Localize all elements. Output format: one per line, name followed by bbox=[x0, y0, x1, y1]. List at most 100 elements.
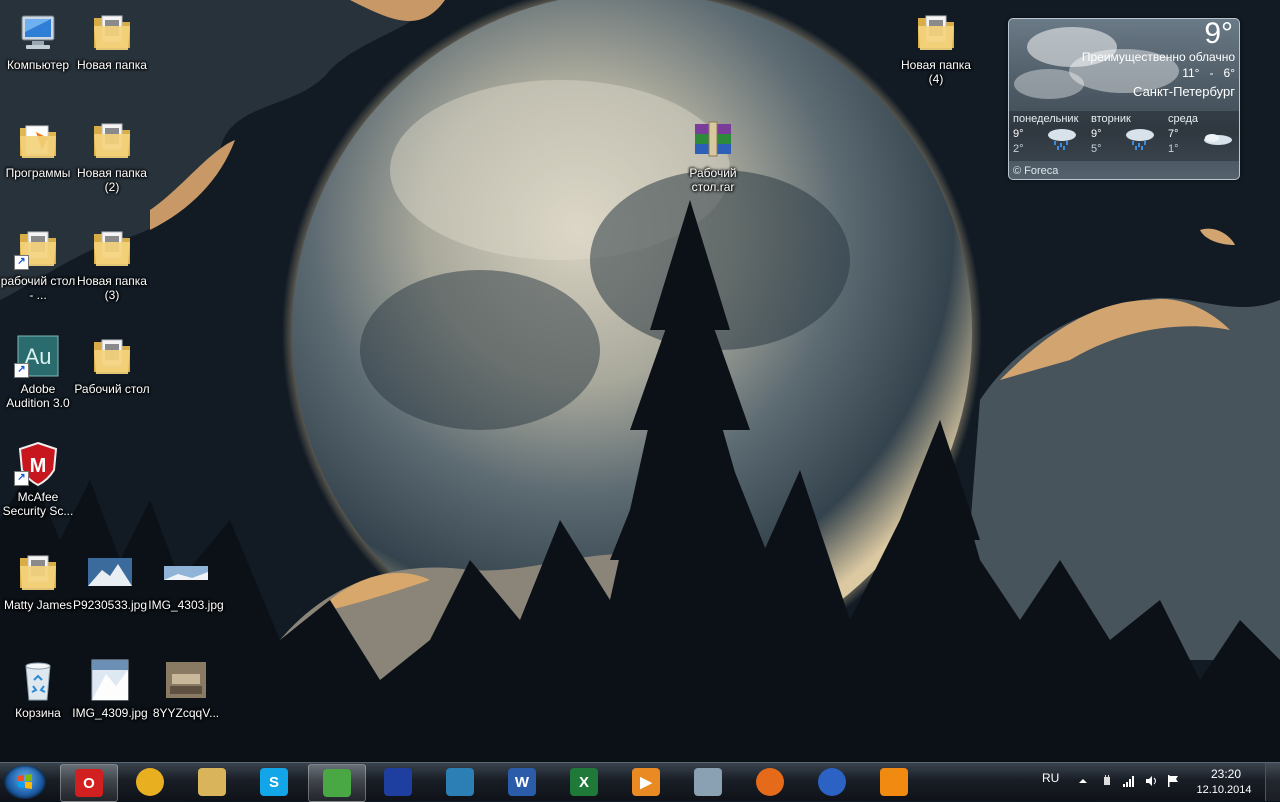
desktop-icon-image bbox=[912, 8, 960, 56]
word-icon: W bbox=[508, 768, 536, 796]
taskbar-button-utorrent[interactable] bbox=[308, 764, 366, 802]
svg-text:M: M bbox=[30, 455, 47, 477]
desktop-icon-image bbox=[86, 656, 134, 704]
desktop-icon-label: Новая папка (2) bbox=[77, 166, 147, 194]
desktop-icon-img4309[interactable]: IMG_4309.jpg bbox=[72, 656, 148, 720]
clock-date[interactable]: 12.10.2014 bbox=[1192, 784, 1256, 796]
desktop-icon-folder-new-2[interactable]: Новая папка (2) bbox=[74, 116, 150, 194]
desktop-icon-image bbox=[162, 656, 210, 704]
desktop-icon-image bbox=[689, 116, 737, 164]
rain-cloud-icon bbox=[1048, 129, 1076, 150]
taskbar-button-media[interactable]: ▶ bbox=[618, 764, 674, 800]
chrome-icon bbox=[136, 768, 164, 796]
desktop-icon-label: Matty James bbox=[3, 598, 72, 612]
shortcut-arrow-icon: ↗ bbox=[14, 255, 29, 270]
forecast-high: 9° bbox=[1013, 128, 1024, 140]
folder-icon bbox=[94, 123, 130, 158]
taskbar-button-excel[interactable]: X bbox=[556, 764, 612, 800]
taskbar-button-earth[interactable] bbox=[804, 764, 860, 800]
start-button[interactable] bbox=[4, 765, 46, 799]
desktop-icon-label: рабочий стол - ... bbox=[0, 274, 76, 302]
forecast-day-name: понедельник bbox=[1013, 113, 1079, 125]
taskbar-button-skype[interactable]: S bbox=[246, 764, 302, 800]
desktop-icon-mcafee[interactable]: M ↗ McAfee Security Sc... bbox=[0, 440, 76, 518]
windows-logo-icon bbox=[18, 774, 32, 789]
desktop-icon-label: Программы bbox=[5, 166, 71, 180]
desktop-icon-image bbox=[86, 548, 134, 596]
desktop-icon-rar[interactable]: Рабочий стол.rar bbox=[675, 116, 751, 194]
volume-icon[interactable] bbox=[1144, 774, 1158, 788]
weather-city[interactable]: Санкт-Петербург bbox=[1133, 84, 1235, 99]
forecast-low: 5° bbox=[1091, 143, 1102, 155]
desktop-icon-image: Au ↗ bbox=[14, 332, 62, 380]
image-thumbnail-icon bbox=[164, 566, 208, 580]
desktop-icon-label: Рабочий стол bbox=[74, 382, 150, 396]
taskbar-button-calculator[interactable] bbox=[680, 764, 736, 800]
desktop-icon-image bbox=[88, 224, 136, 272]
skype-icon: S bbox=[260, 768, 288, 796]
forecast-day: среда 7° 1° bbox=[1164, 111, 1239, 161]
power-plug-icon[interactable] bbox=[1100, 774, 1114, 788]
taskbar-button-opera[interactable]: O bbox=[60, 764, 118, 802]
desktop-icon-programs[interactable]: Программы bbox=[0, 116, 76, 180]
taskbar-button-avast[interactable] bbox=[866, 764, 922, 800]
media-icon: ▶ bbox=[632, 768, 660, 796]
image-thumbnail-icon bbox=[91, 659, 129, 701]
taskbar-button-firefox[interactable] bbox=[742, 764, 798, 800]
taskbar-button-chrome[interactable] bbox=[122, 764, 178, 800]
avast-icon bbox=[880, 768, 908, 796]
desktop-icon-desktop-folder[interactable]: Рабочий стол bbox=[74, 332, 150, 396]
desktop-icon-8yyz[interactable]: 8YYZcqqV... bbox=[148, 656, 224, 720]
shortcut-arrow-icon: ↗ bbox=[14, 471, 29, 486]
utorrent-icon bbox=[323, 769, 351, 797]
desktop-icon-label: IMG_4303.jpg bbox=[148, 598, 224, 612]
rain-cloud-icon bbox=[1126, 129, 1154, 150]
language-indicator[interactable]: RU bbox=[1042, 771, 1059, 785]
taskbar-button-explorer[interactable] bbox=[184, 764, 240, 800]
desktop-icon-label: Новая папка (4) bbox=[901, 58, 971, 86]
clock-time[interactable]: 23:20 bbox=[1196, 767, 1256, 781]
forecast-day-name: вторник bbox=[1091, 113, 1131, 125]
desktop-icon-label: Новая папка (3) bbox=[77, 274, 147, 302]
desktop-icon-img4303[interactable]: IMG_4303.jpg bbox=[148, 548, 224, 612]
desktop-icon-image bbox=[88, 8, 136, 56]
weather-condition: Преимущественно облачно bbox=[1081, 50, 1235, 64]
forecast-low: 2° bbox=[1013, 143, 1024, 155]
firefox-icon bbox=[756, 768, 784, 796]
desktop-icon-image bbox=[14, 548, 62, 596]
save-icon bbox=[384, 768, 412, 796]
shortcut-arrow-icon: ↗ bbox=[14, 363, 29, 378]
show-desktop-button[interactable] bbox=[1265, 763, 1280, 801]
desktop-icon-matty[interactable]: Matty James bbox=[0, 548, 76, 612]
forecast-day: вторник 9° 5° bbox=[1087, 111, 1163, 161]
desktop-icon-recycle[interactable]: Корзина bbox=[0, 656, 76, 720]
desktop-icon-folder-new[interactable]: Новая папка bbox=[74, 8, 150, 72]
taskbar-button-word[interactable]: W bbox=[494, 764, 550, 800]
desktop-icon-image: ↗ bbox=[14, 224, 62, 272]
temperature-range: 11° - 6° bbox=[1182, 66, 1235, 80]
desktop-icon-label: Компьютер bbox=[6, 58, 70, 72]
computer-icon bbox=[21, 15, 55, 49]
taskbar-button-quill[interactable] bbox=[432, 764, 488, 800]
desktop-icon-audition[interactable]: Au ↗ Adobe Audition 3.0 bbox=[0, 332, 76, 410]
desktop-icon-folder-new-3[interactable]: Новая папка (3) bbox=[74, 224, 150, 302]
show-hidden-icons-icon[interactable] bbox=[1076, 774, 1090, 788]
desktop-icon-p9230533[interactable]: P9230533.jpg bbox=[72, 548, 148, 612]
desktop-icon-image bbox=[14, 656, 62, 704]
desktop-icon-folder-new-4[interactable]: Новая папка (4) bbox=[898, 8, 974, 86]
taskbar-button-save[interactable] bbox=[370, 764, 426, 800]
desktop-icon-computer[interactable]: Компьютер bbox=[0, 8, 76, 72]
explorer-icon bbox=[198, 768, 226, 796]
desktop-icon-desktop-shortcut[interactable]: ↗ рабочий стол - ... bbox=[0, 224, 76, 302]
network-signal-icon[interactable] bbox=[1122, 774, 1136, 788]
desktop-icon-image bbox=[88, 116, 136, 164]
weather-gadget[interactable]: 9° Преимущественно облачно 11° - 6° Санк… bbox=[1008, 18, 1240, 180]
taskbar: O S W X ▶ RU 23:20 12.10.2014 bbox=[0, 762, 1280, 802]
action-center-flag-icon[interactable] bbox=[1166, 774, 1180, 788]
image-thumbnail-icon bbox=[88, 558, 132, 586]
forecast-low: 1° bbox=[1168, 143, 1179, 155]
winrar-archive-icon bbox=[695, 121, 731, 157]
weather-credit[interactable]: © Foreca bbox=[1013, 165, 1058, 177]
forecast-day: понедельник 9° 2° bbox=[1009, 111, 1085, 161]
range-separator: - bbox=[1209, 66, 1214, 80]
